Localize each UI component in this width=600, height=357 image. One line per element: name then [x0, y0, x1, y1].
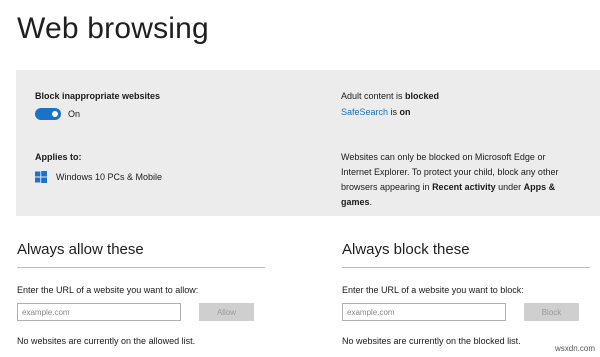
allow-section-divider: [17, 267, 265, 268]
info-recent-activity: Recent activity: [432, 182, 496, 192]
safesearch-link[interactable]: SafeSearch: [341, 107, 388, 117]
block-button[interactable]: Block: [524, 303, 579, 321]
blocked-list-empty-message: No websites are currently on the blocked…: [342, 336, 521, 346]
content-filter-panel: Block inappropriate websites On Applies …: [16, 70, 600, 216]
allow-url-label: Enter the URL of a website you want to a…: [17, 285, 199, 295]
adult-content-status: Adult content is blocked: [341, 91, 439, 101]
block-section-title: Always block these: [342, 241, 470, 258]
block-url-row: Block: [342, 303, 590, 321]
browser-info-text: Websites can only be blocked on Microsof…: [341, 150, 576, 210]
allow-url-row: Allow: [17, 303, 265, 321]
toggle-knob: [52, 111, 58, 117]
info-text-end: .: [369, 197, 373, 207]
block-websites-toggle[interactable]: [35, 108, 61, 120]
applies-to-label: Applies to:: [35, 152, 82, 162]
block-url-label: Enter the URL of a website you want to b…: [342, 285, 524, 295]
block-websites-label: Block inappropriate websites: [35, 91, 161, 101]
info-text-part2: under: [495, 182, 524, 192]
watermark: wsxdn.com: [554, 344, 595, 353]
block-section: Always block these Enter the URL of a we…: [342, 241, 590, 346]
device-text: Windows 10 PCs & Mobile: [56, 172, 163, 182]
adult-content-value: blocked: [405, 91, 440, 101]
allow-section-title: Always allow these: [17, 241, 144, 258]
block-section-divider: [342, 267, 590, 268]
allow-url-input[interactable]: [17, 303, 181, 321]
safesearch-status: SafeSearch is on: [341, 107, 411, 117]
device-row: Windows 10 PCs & Mobile: [35, 171, 162, 183]
allow-section: Always allow these Enter the URL of a we…: [17, 241, 265, 346]
safesearch-mid: is: [388, 107, 400, 117]
windows-logo-icon: [35, 171, 47, 183]
adult-content-prefix: Adult content is: [341, 91, 406, 101]
allow-button[interactable]: Allow: [199, 303, 254, 321]
block-url-input[interactable]: [342, 303, 506, 321]
safesearch-value: on: [399, 107, 411, 117]
toggle-state-label: On: [68, 109, 81, 119]
block-websites-toggle-row: On: [35, 108, 80, 120]
allowed-list-empty-message: No websites are currently on the allowed…: [17, 336, 196, 346]
page-title: Web browsing: [17, 12, 209, 45]
